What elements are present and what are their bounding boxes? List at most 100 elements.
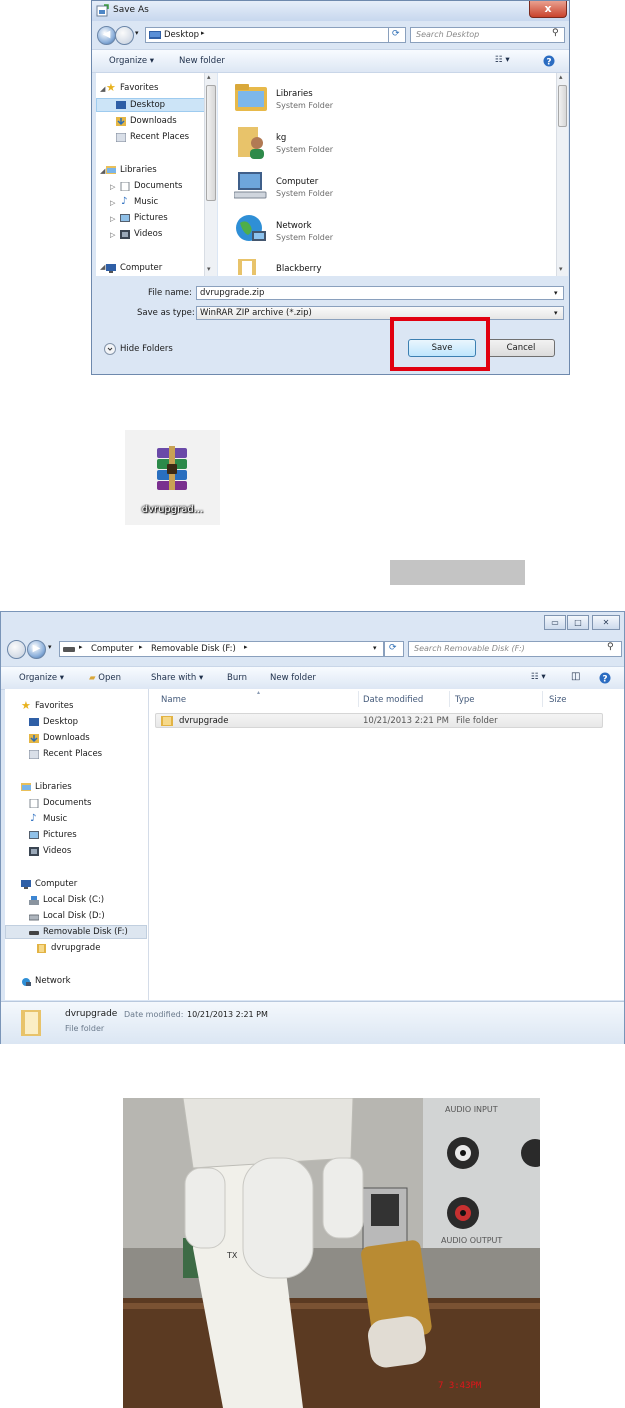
network-globe-icon (236, 215, 266, 241)
help-icon[interactable]: ? (599, 672, 611, 684)
file-name-input[interactable]: dvrupgrade.zip ▾ (196, 286, 564, 300)
forward-button[interactable]: ▶ (27, 640, 46, 659)
open-button[interactable]: ▰ Open (89, 673, 121, 683)
downloads-icon (116, 117, 126, 126)
refresh-button[interactable]: ⟳ (384, 641, 404, 657)
search-input[interactable]: Search Removable Disk (F:) (408, 641, 622, 657)
file-list: Name ▴ Date modified Type Size dvrupgrad… (149, 689, 624, 1000)
scroll-up-icon[interactable]: ▴ (559, 73, 563, 81)
save-as-icon (96, 4, 109, 17)
zip-file-label: dvrupgrad... (141, 504, 204, 515)
recent-places-icon (116, 133, 126, 142)
close-button[interactable]: ✕ (592, 615, 620, 630)
save-type-dropdown-icon[interactable]: ▾ (554, 307, 558, 319)
tx-label: TX (226, 1251, 238, 1260)
libraries-folder-icon (235, 84, 267, 111)
column-header-size[interactable]: Size (549, 695, 566, 705)
sort-ascending-icon: ▴ (257, 689, 261, 696)
recent-pages-chevron-icon[interactable]: ▾ (135, 29, 139, 37)
close-button[interactable]: x (529, 1, 567, 18)
photo-timestamp: 7 3:43PM (438, 1381, 482, 1391)
share-with-button[interactable]: Share with ▾ (151, 673, 203, 683)
dialog-title: Save As (113, 5, 149, 15)
column-header-name[interactable]: Name (161, 695, 186, 705)
save-as-dialog: Save As x ◀ ▾ Desktop ▸ ▾ ⟳ Search Deskt… (91, 0, 570, 375)
music-icon: ♪ (30, 813, 37, 824)
column-header-date-modified[interactable]: Date modified (363, 695, 423, 705)
forward-arrow-icon: ▶ (32, 643, 41, 654)
file-name-label: File name: (148, 288, 192, 298)
computer-icon (106, 264, 116, 273)
explorer-toolbar: Organize ▾ ▰ Open Share with ▾ Burn New … (1, 666, 624, 690)
music-icon: ♪ (121, 196, 128, 207)
file-list-scrollbar[interactable]: ▴ ▾ (556, 73, 568, 276)
maximize-icon: □ (574, 618, 582, 627)
save-type-label: Save as type: (137, 308, 195, 318)
back-button[interactable] (7, 640, 26, 659)
cancel-button[interactable]: Cancel (487, 339, 555, 357)
breadcrumb-chevron-icon[interactable]: ▸ (244, 643, 248, 651)
file-item-network[interactable]: Network System Folder (228, 211, 428, 249)
new-folder-button[interactable]: New folder (270, 673, 316, 683)
scroll-down-icon[interactable]: ▾ (559, 265, 563, 273)
breadcrumb-removable-disk[interactable]: Removable Disk (F:) (151, 644, 236, 654)
forward-button[interactable] (115, 26, 134, 45)
file-item-blackberry[interactable]: Blackberry (228, 255, 428, 275)
maximize-button[interactable]: □ (567, 615, 589, 630)
change-view-button[interactable]: ☷ ▾ (531, 672, 546, 682)
nav-pane-scrollbar[interactable]: ▴ ▾ (204, 73, 217, 276)
preview-pane-icon[interactable]: ◫ (571, 671, 580, 682)
network-icon (22, 978, 31, 986)
organize-button[interactable]: Organize ▾ (109, 56, 154, 66)
status-date-value: 10/21/2013 2:21 PM (187, 1010, 268, 1019)
address-bar[interactable]: Desktop ▸ ▾ (145, 27, 403, 43)
column-header-type[interactable]: Type (455, 695, 475, 705)
file-item-kg[interactable]: kg System Folder (228, 123, 428, 161)
organize-button[interactable]: Organize ▾ (19, 673, 64, 683)
file-name-dropdown-icon[interactable]: ▾ (554, 287, 558, 299)
new-folder-button[interactable]: New folder (179, 56, 225, 66)
minimize-button[interactable]: ▭ (544, 615, 566, 630)
status-item-name: dvrupgrade (65, 1009, 118, 1019)
user-folder-icon (238, 127, 264, 159)
table-row[interactable]: dvrupgrade 10/21/2013 2:21 PM File folde… (155, 713, 603, 728)
file-scroll-thumb[interactable] (558, 85, 567, 127)
scroll-up-icon[interactable]: ▴ (207, 73, 211, 81)
refresh-icon: ⟳ (389, 643, 397, 653)
nav-scroll-thumb[interactable] (206, 85, 216, 201)
minimize-icon: ▭ (551, 618, 559, 627)
change-view-button[interactable]: ☷ ▾ (495, 55, 510, 65)
search-input[interactable]: Search Desktop (410, 27, 565, 43)
back-button[interactable]: ◀ (97, 26, 116, 45)
address-dropdown-icon[interactable]: ▾ (373, 644, 377, 652)
gray-placeholder-bar (390, 560, 525, 585)
breadcrumb-chevron-icon[interactable]: ▸ (139, 643, 143, 651)
navigation-pane: ◢ ★ Favorites Desktop Downloads Recent P… (96, 73, 217, 276)
computer-icon (234, 172, 267, 199)
collapse-icon (104, 343, 116, 355)
videos-icon (29, 847, 39, 856)
audio-output-label: AUDIO OUTPUT (441, 1236, 502, 1245)
desktop-icon (116, 101, 126, 109)
address-bar[interactable]: ▸ Computer ▸ Removable Disk (F:) ▸ ▾ (59, 641, 384, 657)
status-type: File folder (65, 1024, 105, 1033)
refresh-icon: ⟳ (392, 29, 400, 39)
desktop-icon (29, 718, 39, 726)
zip-file-desktop-icon[interactable]: dvrupgrad... (125, 430, 220, 525)
refresh-button[interactable]: ⟳ (388, 27, 406, 43)
scroll-down-icon[interactable]: ▾ (207, 265, 211, 273)
burn-button[interactable]: Burn (227, 673, 247, 683)
dialog-title-bar[interactable]: Save As x (92, 1, 569, 21)
recent-pages-chevron-icon[interactable]: ▾ (48, 643, 52, 651)
computer-icon (21, 880, 31, 889)
help-icon[interactable]: ? (543, 55, 555, 67)
file-item-libraries[interactable]: Libraries System Folder (228, 79, 428, 117)
breadcrumb-computer[interactable]: Computer (91, 644, 133, 654)
breadcrumb-chevron-icon[interactable]: ▸ (201, 29, 205, 37)
breadcrumb-chevron-icon[interactable]: ▸ (79, 643, 83, 651)
file-item-computer[interactable]: Computer System Folder (228, 167, 428, 205)
dialog-toolbar: Organize ▾ New folder ☷ ▾ ? (92, 49, 569, 73)
save-type-select[interactable]: WinRAR ZIP archive (*.zip) ▾ (196, 306, 564, 320)
videos-icon (120, 230, 130, 239)
breadcrumb-desktop[interactable]: Desktop (164, 30, 199, 40)
